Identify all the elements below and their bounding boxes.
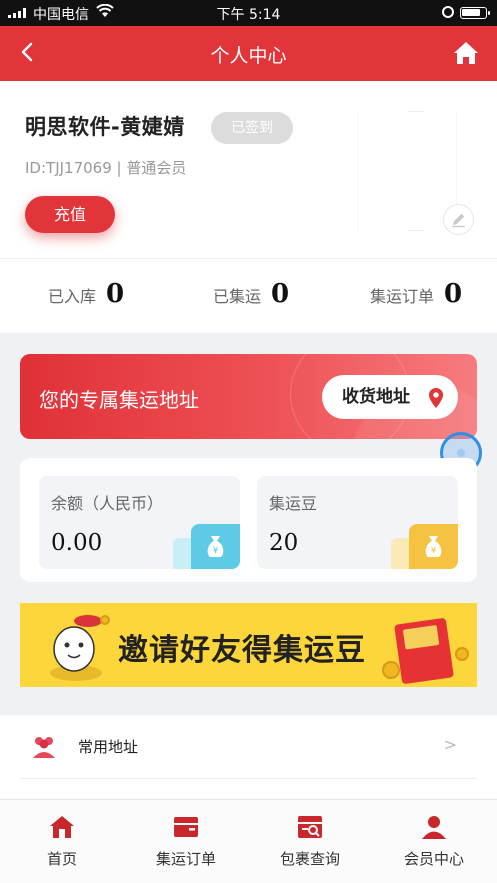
balance-value: 0.00 xyxy=(51,530,103,556)
address-book-icon xyxy=(33,737,55,758)
bean-label: 集运豆 xyxy=(269,494,318,513)
menu-item-addresses[interactable]: 常用地址 > xyxy=(20,715,477,779)
home-icon xyxy=(50,816,74,838)
chevron-right-icon: > xyxy=(443,735,457,754)
svg-text:¥: ¥ xyxy=(431,546,437,556)
address-banner-text: 您的专属集运地址 xyxy=(39,388,199,412)
avatar[interactable] xyxy=(357,111,457,231)
user-name: 明思软件-黄婕婧 xyxy=(25,115,185,139)
tab-member-center[interactable]: 会员中心 xyxy=(372,814,496,869)
shipping-address-button[interactable]: 收货地址 xyxy=(322,375,458,419)
coin-icon xyxy=(100,615,110,625)
stat-label: 已入库 xyxy=(48,287,97,306)
balance-label: 余额（人民币） xyxy=(51,494,164,513)
tab-orders[interactable]: 集运订单 xyxy=(124,814,248,869)
signed-in-badge[interactable]: 已签到 xyxy=(211,112,293,144)
page-title: 个人中心 xyxy=(210,45,287,67)
order-icon xyxy=(174,817,198,837)
invite-friends-banner[interactable]: 邀请好友得集运豆 xyxy=(20,603,477,687)
bean-bag-icon: ¥ xyxy=(409,524,458,569)
pencil-icon xyxy=(452,213,465,228)
clock: 下午 5:14 xyxy=(216,7,281,23)
user-id: ID:TJJ17069 xyxy=(25,159,112,177)
bean-card[interactable]: 集运豆 20 ¥ xyxy=(257,476,458,569)
stat-value: 0 xyxy=(444,279,463,309)
tab-label: 包裹查询 xyxy=(279,850,340,868)
tab-label: 会员中心 xyxy=(403,850,464,868)
tab-package-search[interactable]: 包裹查询 xyxy=(248,814,372,869)
member-icon xyxy=(422,816,446,839)
member-level: 普通会员 xyxy=(126,159,187,177)
stats-bar: 已入库 0 已集运 0 集运订单 0 xyxy=(0,259,497,333)
recharge-button[interactable]: 充值 xyxy=(25,196,115,233)
profile-card: 明思软件-黄婕婧 已签到 ID:TJJ17069 | 普通会员 充值 xyxy=(0,81,497,258)
tab-home[interactable]: 首页 xyxy=(0,814,124,869)
tab-label: 集运订单 xyxy=(155,850,216,868)
nav-bar: 个人中心 xyxy=(0,26,497,81)
coin-icon xyxy=(455,647,469,661)
bean-value: 20 xyxy=(269,530,299,556)
meta-separator: | xyxy=(116,159,122,177)
coin-icon xyxy=(382,661,400,679)
stat-shipped[interactable]: 已集运 0 xyxy=(213,279,289,313)
tab-bar: 首页 集运订单 包裹查询 会员中心 xyxy=(0,799,497,883)
status-bar: 中国电信 下午 5:14 xyxy=(0,0,497,26)
balance-card[interactable]: 余额（人民币） 0.00 ¥ xyxy=(39,476,240,569)
rotation-lock-icon xyxy=(442,6,454,18)
tab-label: 首页 xyxy=(46,850,77,868)
red-envelope-icon xyxy=(394,617,454,685)
home-icon[interactable] xyxy=(452,39,480,67)
menu-list: 常用地址 > xyxy=(0,715,497,805)
svg-text:¥: ¥ xyxy=(213,546,219,556)
edit-profile-button[interactable] xyxy=(444,205,473,234)
address-banner: 您的专属集运地址 收货地址 xyxy=(20,354,477,439)
package-search-icon xyxy=(298,816,322,838)
stat-orders[interactable]: 集运订单 0 xyxy=(370,279,462,313)
stat-value: 0 xyxy=(106,279,125,309)
stat-label: 已集运 xyxy=(213,287,262,306)
stat-stored[interactable]: 已入库 0 xyxy=(48,279,124,313)
menu-item-label: 常用地址 xyxy=(78,738,139,756)
invite-friends-text: 邀请好友得集运豆 xyxy=(118,633,366,668)
stat-value: 0 xyxy=(271,279,290,309)
stat-label: 集运订单 xyxy=(370,287,435,306)
member-info: ID:TJJ17069 | 普通会员 xyxy=(25,157,186,178)
battery-icon xyxy=(460,7,490,19)
wallet-card: 余额（人民币） 0.00 ¥ 集运豆 20 ¥ xyxy=(20,458,477,582)
money-bag-icon: ¥ xyxy=(191,524,240,569)
location-pin-icon xyxy=(429,388,443,408)
shipping-address-label: 收货地址 xyxy=(342,387,410,407)
